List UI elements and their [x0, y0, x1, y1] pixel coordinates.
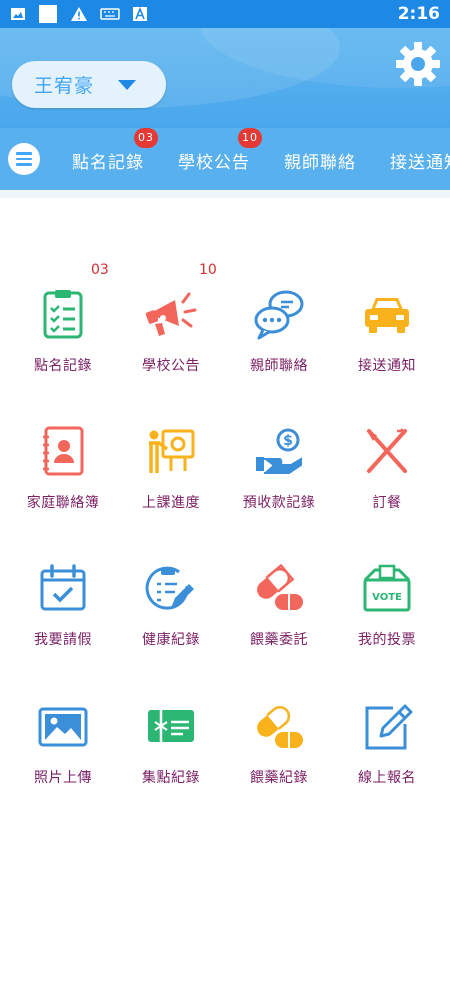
grid-item-online-registration[interactable]: 線上報名: [332, 700, 442, 810]
tab-pickup[interactable]: 接送通知: [390, 148, 450, 173]
grid-item-label: 線上報名: [358, 770, 416, 786]
attendance-clipboard-icon: [43, 290, 83, 339]
attendance-count: 03: [91, 262, 109, 278]
caret-down-icon: [118, 80, 136, 90]
grid-item-label: 健康紀錄: [142, 632, 200, 648]
megaphone-icon: [145, 292, 197, 336]
grid-item-label: 接送通知: [358, 358, 416, 374]
grid-item-label: 餵藥紀錄: [250, 770, 308, 786]
grid-item-medicine-request[interactable]: 餵藥委託: [224, 562, 334, 672]
warning-icon: [71, 7, 87, 21]
capsule-yellow-icon: [257, 706, 303, 748]
divider: [0, 190, 450, 198]
square-icon: [39, 5, 57, 23]
tab-badge: 10: [238, 128, 262, 148]
menu-button[interactable]: [8, 143, 40, 175]
photo-icon: [38, 707, 88, 747]
grid-item-attendance[interactable]: 點名記錄: [8, 288, 118, 398]
chat-bubbles-icon: [254, 290, 304, 340]
vote-text: VOTE: [372, 592, 402, 603]
grid-item-photo-upload[interactable]: 照片上傳: [8, 700, 118, 810]
student-name: 王宥豪: [34, 75, 95, 97]
grid-item-label: 點名記錄: [34, 358, 92, 374]
tab-announcements[interactable]: 學校公告 10: [178, 128, 262, 173]
grid-item-parent-teacher[interactable]: 親師聯絡: [224, 288, 334, 398]
app-header: 王宥豪: [0, 28, 450, 128]
gear-icon[interactable]: [394, 40, 442, 88]
grid-item-announcements[interactable]: 學校公告: [116, 288, 226, 398]
fork-knife-icon: [367, 428, 407, 473]
grid-item-progress[interactable]: 上課進度: [116, 425, 226, 535]
grid-item-label: 學校公告: [142, 358, 200, 374]
grid-item-label: 照片上傳: [34, 770, 92, 786]
edit-form-icon: [365, 704, 413, 750]
tab-attendance[interactable]: 點名記錄 03: [72, 128, 158, 173]
grid-item-points[interactable]: 集點紀錄: [116, 700, 226, 810]
grid-item-label: 我的投票: [358, 632, 416, 648]
announcement-count: 10: [199, 262, 217, 278]
grid-item-label: 預收款記錄: [242, 495, 316, 511]
grid-item-label: 我要請假: [34, 632, 92, 648]
clock: 2:16: [397, 4, 440, 24]
vote-box-icon: VOTE: [363, 564, 411, 612]
font-a-icon: [133, 6, 147, 21]
status-bar: 2:16: [0, 0, 450, 28]
grid-item-vote[interactable]: VOTE 我的投票: [332, 562, 442, 672]
capsule-red-icon: [257, 563, 303, 610]
tab-label: 學校公告: [178, 153, 250, 173]
student-selector[interactable]: 王宥豪: [12, 61, 166, 108]
car-icon: [365, 298, 409, 333]
tab-label: 接送通知: [390, 153, 450, 173]
grid-item-label: 訂餐: [372, 495, 402, 511]
teacher-board-icon: [149, 429, 195, 473]
tab-badge: 03: [134, 128, 158, 148]
grid-item-label: 家庭聯絡簿: [26, 495, 100, 511]
grid-item-contact-book[interactable]: 家庭聯絡簿: [8, 425, 118, 535]
grid-item-pickup[interactable]: 接送通知: [332, 288, 442, 398]
tab-bar: 點名記錄 03 學校公告 10 親師聯絡 接送通知: [0, 128, 450, 190]
grid-item-label: 集點紀錄: [142, 770, 200, 786]
health-clipboard-icon: [145, 566, 194, 610]
grid-item-medicine-record[interactable]: 餵藥紀錄: [224, 700, 334, 810]
grid-item-label: 餵藥委託: [250, 632, 308, 648]
tab-label: 點名記錄: [72, 153, 144, 173]
tab-parent-teacher[interactable]: 親師聯絡: [284, 148, 356, 173]
grid-item-health[interactable]: 健康紀錄: [116, 562, 226, 672]
svg-text:$: $: [283, 433, 293, 449]
gallery-icon: [11, 8, 25, 20]
grid-item-label: 上課進度: [142, 495, 200, 511]
grid-item-order-meal[interactable]: 訂餐: [332, 425, 442, 535]
gift-card-icon: [148, 710, 194, 742]
keyboard-icon: [100, 8, 120, 20]
grid-item-leave-request[interactable]: 我要請假: [8, 562, 118, 672]
grid-item-prepayment[interactable]: $ 預收款記錄: [224, 425, 334, 535]
coin-hand-icon: $: [256, 428, 302, 474]
grid-item-label: 親師聯絡: [250, 358, 308, 374]
calendar-check-icon: [40, 564, 86, 611]
contact-book-icon: [43, 426, 84, 476]
tab-label: 親師聯絡: [284, 153, 356, 173]
